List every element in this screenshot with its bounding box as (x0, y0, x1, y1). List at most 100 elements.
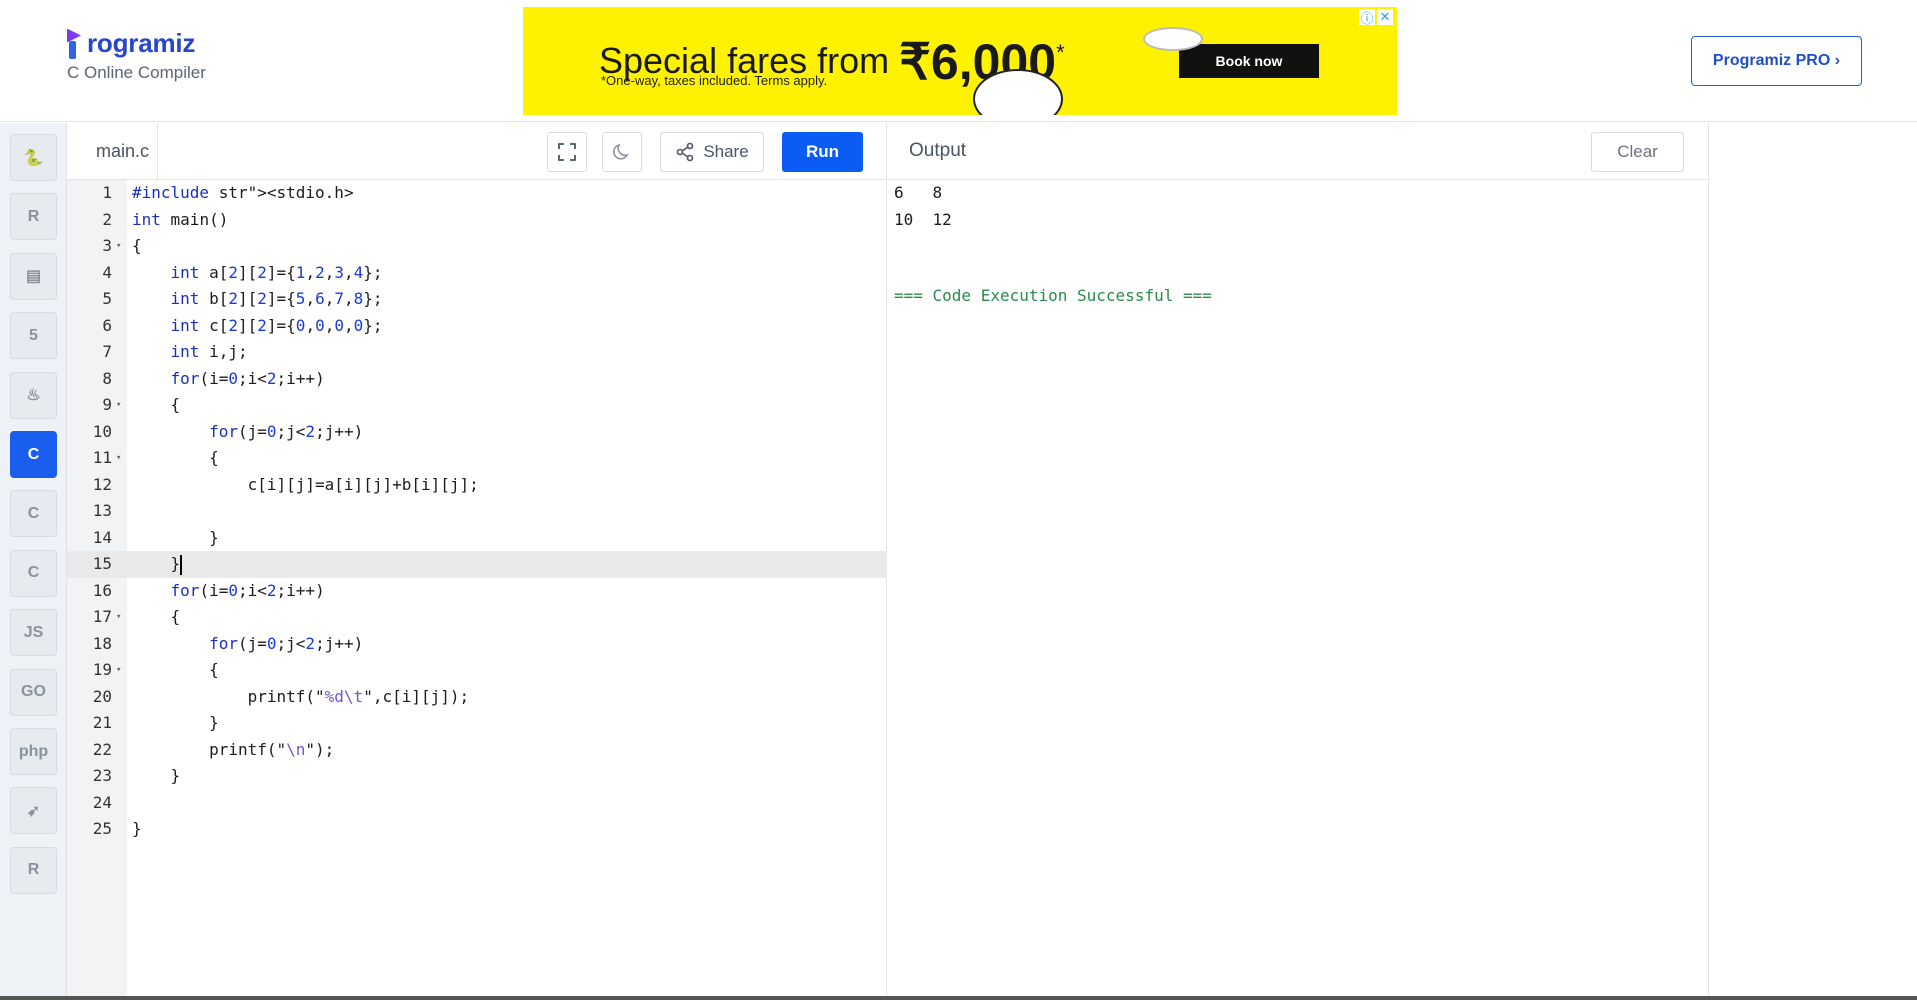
fold-toggle-icon[interactable]: ▾ (116, 445, 121, 472)
fold-toggle-icon[interactable]: ▾ (116, 657, 121, 684)
code-line[interactable]: 24 (67, 790, 887, 817)
right-margin (1710, 123, 1917, 1000)
fold-toggle-icon[interactable]: ▾ (116, 392, 121, 419)
code-line[interactable]: 15 } (67, 551, 887, 578)
sql-icon: ▤ (25, 268, 42, 286)
code-text: { (132, 607, 181, 626)
theme-toggle-button[interactable] (602, 132, 642, 172)
code-text: int b[2][2]={5,6,7,8}; (170, 289, 383, 308)
share-label: Share (703, 142, 749, 161)
ad-price-mark: * (1056, 40, 1065, 65)
line-number: 6 (102, 315, 112, 335)
code-line[interactable]: 9 ▾ { (67, 392, 887, 419)
language-php-button[interactable]: php (10, 728, 57, 775)
clear-button[interactable]: Clear (1591, 132, 1684, 172)
run-button[interactable]: Run (782, 132, 863, 172)
code-text: int c[2][2]={0,0,0,0}; (170, 315, 383, 335)
code-text: } (132, 819, 142, 838)
line-number: 1 (102, 183, 112, 202)
code-line[interactable]: 8 for(i=0;i<2;i++) (67, 366, 887, 393)
csharp-icon: C (27, 564, 40, 582)
language-java-button[interactable]: ♨ (10, 371, 57, 419)
page-subtitle: C Online Compiler (67, 63, 206, 82)
code-area[interactable]: 1 #include str"><stdio.h> 2 int main() 3 ▾{4 … (67, 180, 887, 1000)
language-python-button[interactable]: 🐍 (10, 134, 57, 181)
ad-book-now-button[interactable]: Book now (1179, 44, 1319, 78)
code-text: int a[2][2]={1,2,3,4}; (170, 262, 383, 282)
line-number: 15 (92, 554, 112, 573)
language-csharp-button[interactable]: C (10, 549, 57, 597)
cloud-icon (1143, 27, 1203, 51)
line-number: 7 (102, 342, 112, 361)
code-line[interactable]: 10 for(j=0;j<2;j++) (67, 419, 887, 446)
line-number: 8 (102, 368, 112, 388)
output-toolbar: Output Clear (888, 123, 1709, 180)
code-line[interactable]: 18 for(j=0;j<2;j++) (67, 631, 887, 658)
language-go-button[interactable]: GO (10, 668, 57, 716)
programiz-logo[interactable]: rogramiz (67, 28, 206, 59)
ad-controls: ⓘ ✕ (1359, 9, 1393, 26)
language-swift-button[interactable]: ➶ (10, 787, 57, 835)
share-button[interactable]: Share (660, 132, 764, 172)
ad-close-icon[interactable]: ✕ (1377, 9, 1393, 25)
code-line[interactable]: 20 printf("%d\t",c[i][j]); (67, 684, 887, 711)
programiz-pro-button[interactable]: Programiz PRO › (1691, 36, 1862, 86)
language-sql-button[interactable]: ▤ (10, 252, 57, 300)
brand[interactable]: rogramiz C Online Compiler (67, 28, 206, 83)
line-number: 24 (92, 792, 112, 812)
java-icon: ♨ (26, 387, 41, 405)
code-text: for(i=0;i<2;i++) (170, 368, 325, 388)
ad-info-icon[interactable]: ⓘ (1359, 9, 1375, 26)
code-text: int i,j; (170, 342, 248, 361)
language-r-button[interactable]: R (10, 193, 57, 241)
c-icon: C (27, 445, 40, 463)
line-number: 22 (92, 739, 112, 759)
fold-toggle-icon[interactable]: ▾ (116, 604, 121, 631)
code-line[interactable]: 7 int i,j; (67, 339, 887, 366)
fullscreen-button[interactable] (547, 132, 587, 172)
code-line[interactable]: 21 } (67, 710, 887, 737)
code-line[interactable]: 16 for(i=0;i<2;i++) (67, 578, 887, 605)
file-tab-main[interactable]: main.c (67, 123, 158, 180)
language-js-button[interactable]: JS (10, 609, 57, 657)
language-rust-button[interactable]: R (10, 846, 57, 894)
code-line[interactable]: 4 int a[2][2]={1,2,3,4}; (67, 260, 887, 287)
language-html-button[interactable]: 5 (10, 312, 57, 360)
code-line[interactable]: 13 (67, 498, 887, 525)
line-number: 9 (102, 395, 112, 414)
language-cpp-button[interactable]: C (10, 490, 57, 538)
line-number: 18 (92, 633, 112, 653)
code-line[interactable]: 17 ▾ { (67, 604, 887, 631)
rust-icon: R (27, 861, 40, 879)
php-icon: php (18, 742, 49, 760)
code-line[interactable]: 14 } (67, 525, 887, 552)
line-number: 2 (102, 209, 112, 229)
fold-toggle-icon[interactable]: ▾ (116, 233, 121, 260)
code-line[interactable]: 19 ▾ { (67, 657, 887, 684)
code-line[interactable]: 2 int main() (67, 207, 887, 234)
line-number: 16 (92, 580, 112, 600)
code-line[interactable]: 1 #include str"><stdio.h> (67, 180, 887, 207)
moon-icon (613, 143, 629, 160)
code-text: { (132, 448, 219, 467)
line-number: 10 (92, 421, 112, 441)
code-line[interactable]: 12 c[i][j]=a[i][j]+b[i][j]; (67, 472, 887, 499)
r-icon: R (27, 207, 40, 225)
code-text: int main() (132, 209, 229, 229)
line-number: 12 (92, 474, 112, 494)
code-text: printf("\n"); (132, 739, 335, 759)
language-c-button[interactable]: C (10, 431, 57, 478)
code-line[interactable]: 23 } (67, 763, 887, 790)
ad-banner[interactable]: Special fares from ₹6,000* *One-way, tax… (523, 7, 1397, 115)
swift-icon: ➶ (26, 802, 41, 820)
code-text: } (132, 766, 181, 785)
code-line[interactable]: 3 ▾ { (67, 233, 887, 260)
code-line[interactable]: 5 int b[2][2]={5,6,7,8}; (67, 286, 887, 313)
code-line[interactable]: 11 ▾ { (67, 445, 887, 472)
html-icon: 5 (29, 326, 38, 344)
code-line[interactable]: 22 printf("\n"); (67, 737, 887, 764)
code-line[interactable]: 25} (67, 816, 887, 843)
code-text: } (132, 713, 219, 732)
code-line[interactable]: 6 int c[2][2]={0,0,0,0}; (67, 313, 887, 340)
logo-mark-icon (67, 28, 85, 59)
